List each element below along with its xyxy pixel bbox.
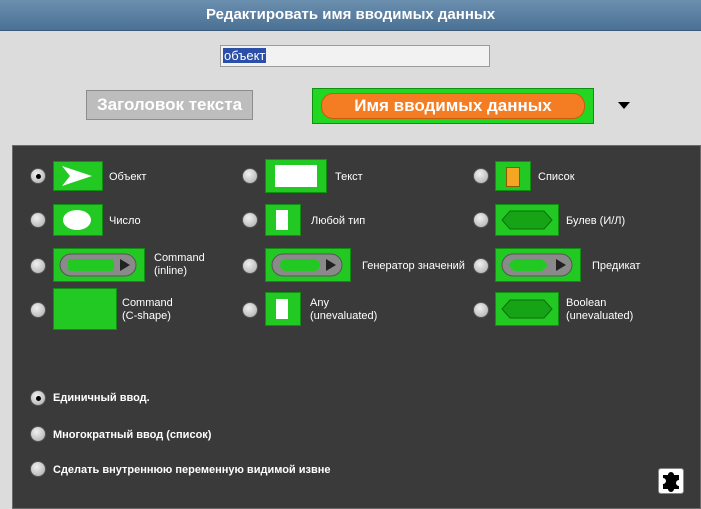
predicate-type-icon (495, 248, 581, 282)
visible-variable-label: Сделать внутреннюю переменную видимой из… (53, 464, 331, 476)
type-list-radio[interactable] (473, 168, 489, 184)
boolean-unevaluated-type-icon (495, 292, 559, 326)
type-any-radio[interactable] (242, 212, 258, 228)
type-reporter-radio[interactable] (242, 258, 258, 274)
dropdown-arrow-icon[interactable] (618, 102, 630, 109)
type-object-label: Объект (109, 171, 147, 183)
title-text-slot[interactable]: Заголовок текста (86, 90, 254, 120)
type-predicate-label: Предикат (592, 260, 641, 272)
input-name-oval: Имя вводимых данных (321, 93, 585, 119)
list-type-icon (495, 161, 531, 191)
command-c-shape-type-icon (53, 288, 117, 330)
type-predicate-radio[interactable] (473, 258, 489, 274)
type-number-radio[interactable] (30, 212, 46, 228)
command-inline-type-icon (53, 248, 145, 282)
puzzle-icon[interactable] (658, 468, 684, 494)
type-text-radio[interactable] (242, 168, 258, 184)
multi-input-radio[interactable] (30, 426, 46, 442)
any-type-icon (265, 204, 301, 236)
object-type-icon (53, 161, 103, 191)
number-type-icon (53, 204, 103, 236)
boolean-type-icon (495, 204, 559, 236)
visible-variable-radio[interactable] (30, 461, 46, 477)
type-boolean-radio[interactable] (473, 212, 489, 228)
type-object-radio[interactable] (30, 168, 46, 184)
single-input-radio[interactable] (30, 390, 46, 406)
type-number-label: Число (109, 215, 141, 227)
type-command-inline-radio[interactable] (30, 258, 46, 274)
type-boolean-unevaluated-label: Boolean (unevaluated) (566, 297, 634, 322)
type-any-label: Любой тип (311, 215, 366, 227)
text-type-icon (265, 159, 327, 193)
input-name-block[interactable]: Имя вводимых данных (312, 88, 594, 124)
any-unevaluated-type-icon (265, 292, 301, 326)
type-any-unevaluated-radio[interactable] (242, 302, 258, 318)
input-type-panel: Объект Текст Список Число Любой тип Буле… (12, 145, 701, 509)
type-list-label: Список (538, 171, 575, 183)
input-name-field[interactable]: объект (220, 45, 490, 67)
type-command-c-radio[interactable] (30, 302, 46, 318)
reporter-type-icon (265, 248, 351, 282)
type-any-unevaluated-label: Any (unevaluated) (310, 297, 378, 322)
type-reporter-label: Генератор значений (362, 260, 465, 272)
single-input-label: Единичный ввод. (53, 392, 150, 404)
type-text-label: Текст (335, 171, 363, 183)
type-command-c-label: Command (C-shape) (122, 297, 173, 322)
type-boolean-label: Булев (И/Л) (566, 215, 626, 227)
dialog-title: Редактировать имя вводимых данных (0, 0, 701, 31)
multi-input-label: Многократный ввод (список) (53, 429, 212, 441)
type-boolean-unevaluated-radio[interactable] (473, 302, 489, 318)
type-command-inline-label: Command (inline) (154, 252, 205, 277)
input-name-selection: объект (223, 48, 267, 63)
